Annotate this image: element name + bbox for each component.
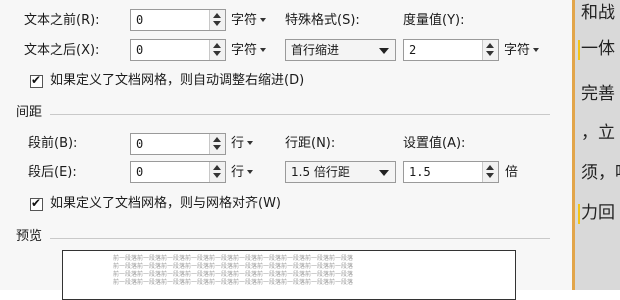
chevron-down-icon: [379, 170, 389, 176]
spacing-after-label: 段后(E):: [28, 165, 77, 180]
chevron-down-icon: [379, 48, 389, 54]
spacing-before-unit-dropdown[interactable]: 行: [231, 135, 254, 153]
set-value-label: 设置值(A):: [403, 136, 466, 151]
spinner-arrows-icon[interactable]: [209, 10, 225, 30]
spinner-arrows-icon[interactable]: [209, 40, 225, 60]
document-text-line: 完善: [581, 84, 615, 104]
preview-text-line: 前一段落前一段落前一段落前一段落前一段落前一段落前一段落前一段落前一段落前一段落: [113, 271, 354, 278]
document-text-line: 一体: [581, 39, 615, 59]
dropdown-arrow-icon: [247, 170, 254, 174]
before-text-spinner[interactable]: 0: [130, 9, 226, 31]
before-text-unit-dropdown[interactable]: 字符: [231, 12, 267, 30]
measure-spinner[interactable]: 2: [403, 39, 499, 61]
spinner-arrows-icon[interactable]: [209, 162, 225, 182]
text-cursor: [578, 40, 580, 60]
spacing-after-unit-dropdown[interactable]: 行: [231, 164, 254, 182]
spacing-before-spinner[interactable]: 0: [130, 133, 226, 155]
spinner-arrows-icon[interactable]: [482, 40, 498, 60]
line-spacing-value: 1.5 倍行距: [291, 165, 350, 179]
set-value-value[interactable]: 1.5: [409, 164, 431, 180]
document-text-line: 和战: [581, 3, 615, 23]
special-format-value: 首行缩进: [291, 43, 340, 57]
after-text-unit-dropdown[interactable]: 字符: [231, 42, 267, 60]
spinner-arrows-icon[interactable]: [482, 162, 498, 182]
set-value-unit: 倍: [505, 165, 519, 180]
after-text-spinner[interactable]: 0: [130, 39, 226, 61]
snap-to-grid-checkbox[interactable]: [30, 196, 43, 211]
after-text-label: 文本之后(X):: [24, 43, 100, 58]
document-background: 和战 一体 完善 ，立 须，呗 力回: [572, 0, 620, 290]
special-format-label: 特殊格式(S):: [285, 13, 360, 28]
spacing-after-spinner[interactable]: 0: [130, 161, 226, 183]
auto-adjust-right-indent-label[interactable]: 如果定义了文档网格，则自动调整右缩进(D): [50, 72, 304, 90]
preview-section-title: 预览: [16, 229, 43, 244]
snap-to-grid-label[interactable]: 如果定义了文档网格，则与网格对齐(W): [50, 195, 281, 213]
before-text-value[interactable]: 0: [136, 12, 143, 28]
spacing-before-value[interactable]: 0: [136, 136, 143, 152]
spacing-after-value[interactable]: 0: [136, 164, 143, 180]
document-text-line: ，立: [581, 123, 615, 143]
special-format-select[interactable]: 首行缩进: [285, 39, 396, 61]
set-value-spinner[interactable]: 1.5: [403, 161, 499, 183]
line-spacing-select[interactable]: 1.5 倍行距: [285, 161, 396, 183]
dropdown-arrow-icon: [260, 18, 267, 22]
before-text-label: 文本之前(R):: [24, 13, 100, 28]
dropdown-arrow-icon: [247, 141, 254, 145]
spacing-before-label: 段前(B):: [28, 136, 78, 151]
preview-text-line: 前一段落前一段落前一段落前一段落前一段落前一段落前一段落前一段落前一段落前一段落: [113, 263, 354, 270]
preview-text-line: 前一段落前一段落前一段落前一段落前一段落前一段落前一段落前一段落前一段落前一段落: [113, 255, 354, 262]
preview-text-line: 前一段落前一段落前一段落前一段落前一段落前一段落前一段落前一段落前一段落前一段落: [113, 279, 354, 286]
preview-divider: [50, 238, 550, 239]
spinner-arrows-icon[interactable]: [209, 134, 225, 154]
after-text-value[interactable]: 0: [136, 42, 143, 58]
measure-value[interactable]: 2: [409, 42, 416, 58]
measure-label: 度量值(Y):: [403, 13, 465, 28]
dropdown-arrow-icon: [260, 48, 267, 52]
document-text-line: 力回: [581, 203, 615, 223]
preview-box: 前一段落前一段落前一段落前一段落前一段落前一段落前一段落前一段落前一段落前一段落…: [62, 250, 516, 300]
spacing-section-title: 间距: [16, 105, 43, 120]
auto-adjust-right-indent-checkbox[interactable]: [30, 73, 43, 88]
measure-unit-dropdown[interactable]: 字符: [504, 42, 540, 60]
dropdown-arrow-icon: [533, 48, 540, 52]
document-text-line: 须，呗: [581, 163, 620, 183]
text-cursor: [578, 204, 580, 224]
line-spacing-label: 行距(N):: [285, 136, 336, 151]
spacing-divider: [50, 114, 550, 115]
paragraph-dialog: 文本之前(R): 0 字符 特殊格式(S): 度量值(Y): 文本之后(X): …: [0, 0, 566, 300]
